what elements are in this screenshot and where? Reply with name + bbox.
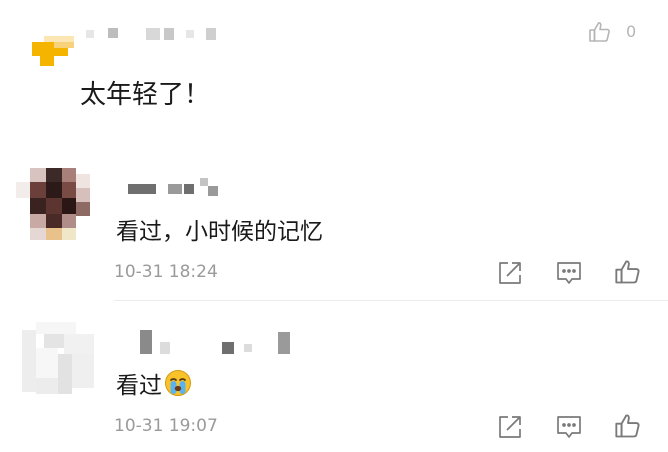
share-button[interactable]	[497, 260, 523, 286]
avatar[interactable]	[20, 12, 76, 68]
share-icon	[499, 416, 521, 438]
avatar[interactable]	[22, 322, 94, 394]
comment-text-body: 看过	[116, 373, 162, 399]
avatar[interactable]	[16, 168, 92, 240]
thumbs-up-icon	[615, 414, 640, 438]
username-blurred[interactable]	[128, 178, 238, 196]
thumbs-up-icon	[615, 260, 640, 284]
like-count: 0	[626, 22, 637, 41]
share-icon	[499, 262, 521, 284]
like-button[interactable]	[614, 412, 642, 440]
timestamp: 10-31 18:24	[114, 262, 218, 282]
username-blurred[interactable]	[86, 26, 226, 42]
comment-icon	[557, 416, 581, 438]
share-button[interactable]	[497, 414, 523, 440]
reply-button[interactable]	[556, 414, 582, 440]
divider	[114, 300, 668, 301]
crying-face-icon	[165, 370, 191, 396]
like-button[interactable]	[614, 258, 642, 286]
timestamp: 10-31 19:07	[114, 416, 218, 436]
username-blurred[interactable]	[140, 330, 300, 356]
reply-button[interactable]	[556, 260, 582, 286]
thumbs-up-icon	[589, 22, 610, 42]
like-button[interactable]	[588, 20, 612, 44]
comment-icon	[557, 262, 581, 284]
comment-text: 看过	[116, 366, 192, 400]
comment-text: 太年轻了！	[80, 80, 211, 110]
comment-text: 看过，小时候的记忆	[116, 219, 323, 245]
